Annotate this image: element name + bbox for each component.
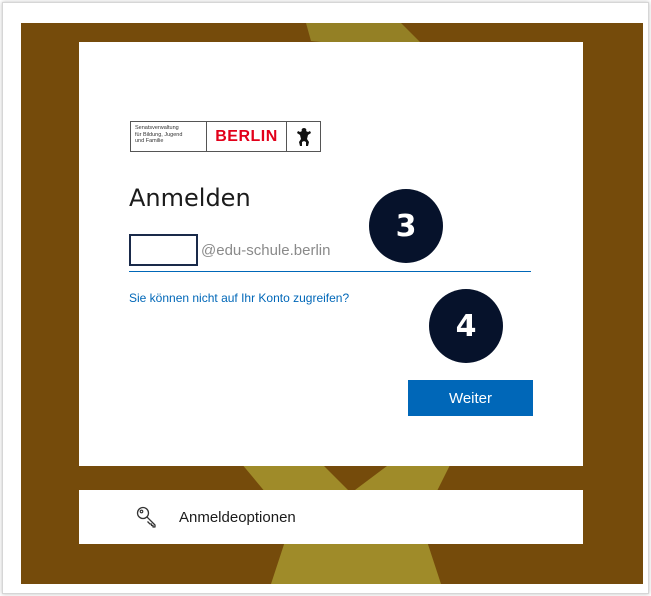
- step-3-badge: 3: [369, 189, 443, 263]
- cant-access-account-link[interactable]: Sie können nicht auf Ihr Konto zugreifen…: [129, 291, 349, 305]
- page-title: Anmelden: [129, 184, 251, 212]
- email-username-input[interactable]: [129, 234, 198, 266]
- email-domain-suffix: @edu-schule.berlin: [201, 241, 331, 259]
- signin-options-label: Anmeldeoptionen: [179, 508, 296, 526]
- berlin-logo: Senatsverwaltung für Bildung, Jugend und…: [130, 121, 321, 152]
- email-field-row: @edu-schule.berlin: [129, 229, 531, 272]
- logo-city-text: BERLIN: [207, 122, 287, 151]
- logo-dept-line-3: und Familie: [135, 138, 164, 144]
- berlin-bear-icon: [287, 122, 320, 151]
- next-button[interactable]: Weiter: [408, 380, 533, 416]
- key-icon: [136, 506, 156, 528]
- signin-options-button[interactable]: Anmeldeoptionen: [79, 490, 583, 544]
- step-4-badge: 4: [429, 289, 503, 363]
- logo-department-text: Senatsverwaltung für Bildung, Jugend und…: [131, 122, 207, 151]
